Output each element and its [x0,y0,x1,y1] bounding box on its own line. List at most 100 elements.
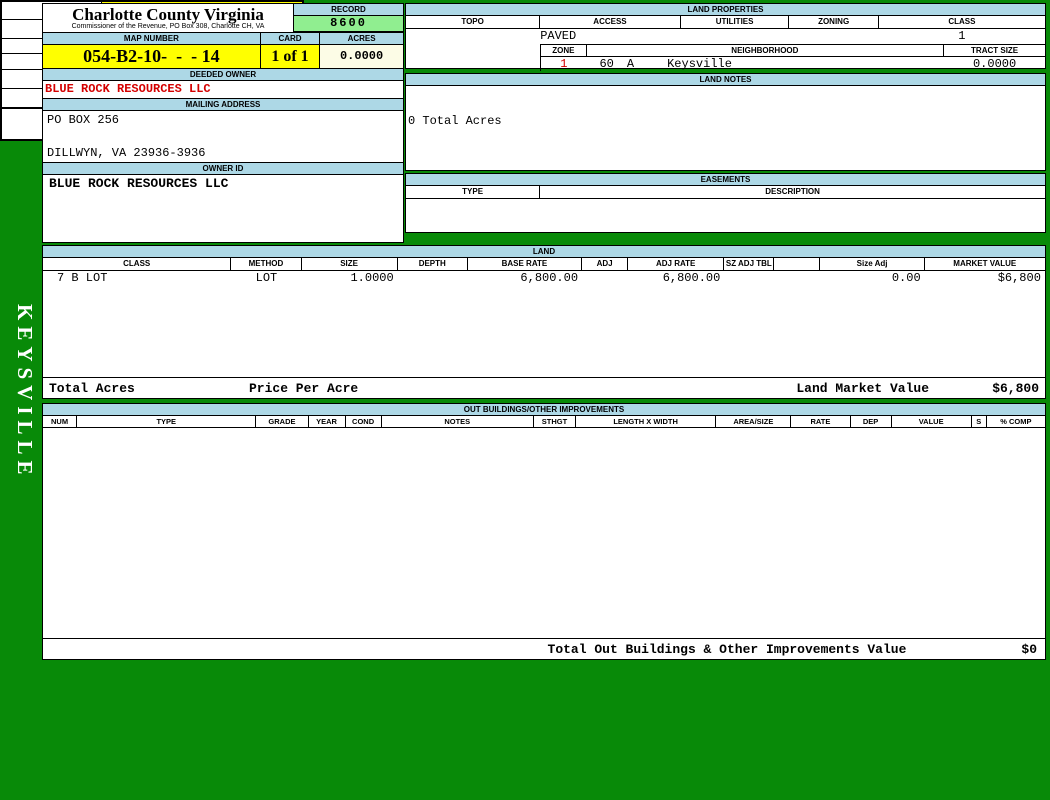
land-adj-header: ADJ [582,258,628,270]
land-depth-value [398,271,468,285]
land-adj-rate-header: ADJ RATE [628,258,724,270]
neighborhood-label: NEIGHBORHOOD [587,45,945,56]
card-label: CARD [261,33,320,44]
record-label: RECORD [294,4,403,16]
map-number-label: MAP NUMBER [43,33,261,44]
ob-pct-comp-header: % COMP [987,416,1045,427]
land-sz-adj-tbl-header: SZ ADJ TBL [724,258,774,270]
ob-area-size-header: AREA/SIZE [716,416,791,427]
out-buildings-section: OUT BUILDINGS/OTHER IMPROVEMENTS NUM TYP… [42,403,1046,660]
price-per-acre-label: Price Per Acre [249,381,796,396]
land-notes-text: 0 Total Acres [406,86,1045,128]
acres-label: ACRES [320,33,403,44]
out-buildings-total-row: Total Out Buildings & Other Improvements… [43,638,1045,659]
topo-value [406,29,540,44]
mailing-address-label: MAILING ADDRESS [43,98,403,111]
land-sz-adj-tbl-value [724,271,774,285]
topo-header: TOPO [406,16,540,28]
land-data-row: 7 B LOT LOT 1.0000 6,800.00 6,800.00 0.0… [43,271,1045,285]
land-class-header: CLASS [43,258,231,270]
zone-header-row: ZONE NEIGHBORHOOD TRACT SIZE [541,45,1045,57]
land-method-header: METHOD [231,258,301,270]
mailing-address-value: PO BOX 256 DILLWYN, VA 23936-3936 [43,111,403,162]
easements-header-row: TYPE DESCRIPTION [406,186,1045,199]
access-header: ACCESS [540,16,681,28]
land-market-value-header: MARKET VALUE [925,258,1045,270]
county-header: Charlotte County Virginia Commissioner o… [43,4,403,32]
land-properties-section: LAND PROPERTIES TOPO ACCESS UTILITIES ZO… [405,3,1046,69]
zone-neighborhood-block: ZONE NEIGHBORHOOD TRACT SIZE 1 60 A Keys… [540,44,1045,71]
record-box: RECORD 8600 [293,4,403,32]
address-line-1: PO BOX 256 [47,113,399,127]
land-totals-row: Total Acres Price Per Acre Land Market V… [43,377,1045,398]
access-value: PAVED [540,29,681,44]
land-empty-area [43,285,1045,377]
ob-grade-header: GRADE [256,416,308,427]
acres-value: 0.0000 [320,45,403,68]
address-line-2: DILLWYN, VA 23936-3936 [47,146,399,160]
map-number-value-row: 054-B2-10- - - 14 1 of 1 0.0000 [43,45,403,69]
owner-id-label: OWNER ID [43,162,403,175]
class-value: 1 [879,29,1045,44]
ob-num-header: NUM [43,416,77,427]
land-title: LAND [43,246,1045,258]
region-vertical-label: KEYSVILLE [5,272,37,512]
land-blank-header [774,258,820,270]
total-acres-label: Total Acres [49,381,249,396]
land-market-value: $6,800 [925,271,1045,285]
land-depth-header: DEPTH [398,258,468,270]
tract-size-label: TRACT SIZE [944,45,1045,56]
record-value: 8600 [294,16,403,31]
land-notes-title: LAND NOTES [406,74,1045,86]
out-buildings-title: OUT BUILDINGS/OTHER IMPROVEMENTS [43,404,1045,416]
ob-dep-header: DEP [851,416,892,427]
neighborhood-name: Keysville [667,57,944,72]
ob-notes-header: NOTES [382,416,534,427]
out-buildings-total-value: $0 [1021,642,1037,657]
land-method-value: LOT [231,271,301,285]
county-subtitle: Commissioner of the Revenue, PO Box 308,… [43,23,293,31]
land-properties-title: LAND PROPERTIES [406,4,1045,16]
easement-description-header: DESCRIPTION [540,186,1045,198]
out-buildings-header-row: NUM TYPE GRADE YEAR COND NOTES STHGT LEN… [43,416,1045,428]
map-number-header-row: MAP NUMBER CARD ACRES [43,32,403,45]
easement-type-header: TYPE [406,186,540,198]
ob-type-header: TYPE [77,416,256,427]
land-size-value: 1.0000 [302,271,398,285]
out-buildings-empty-area [43,428,1045,638]
ob-sthgt-header: STHGT [534,416,576,427]
land-notes-section: LAND NOTES 0 Total Acres [405,73,1046,171]
utilities-header: UTILITIES [681,16,790,28]
county-title-block: Charlotte County Virginia Commissioner o… [43,4,293,32]
land-size-adj-header: Size Adj [820,258,924,270]
land-class-value: 7 B LOT [43,271,231,285]
land-properties-value-row: PAVED 1 [406,29,1045,44]
neighborhood-band: ZONE NEIGHBORHOOD TRACT SIZE 1 60 A Keys… [406,44,1045,71]
land-properties-header-row: TOPO ACCESS UTILITIES ZONING CLASS [406,16,1045,29]
zone-value-row: 1 60 A Keysville 0.0000 [541,57,1045,72]
neighborhood-code: 60 [587,57,627,72]
owner-id-value: BLUE ROCK RESOURCES LLC [43,175,403,193]
owner-header-card: Charlotte County Virginia Commissioner o… [42,3,404,243]
land-market-value-total: $6,800 [969,381,1039,396]
county-title: Charlotte County Virginia [43,6,293,23]
out-buildings-total-label: Total Out Buildings & Other Improvements… [548,642,907,657]
easements-section: EASEMENTS TYPE DESCRIPTION [405,173,1046,233]
land-size-header: SIZE [302,258,398,270]
zoning-value [789,29,878,44]
neighborhood-sub: A [627,57,667,72]
ob-s-header: S [972,416,987,427]
land-adj-value [582,271,628,285]
ob-value-header: VALUE [892,416,972,427]
topo-empty-cell [406,44,540,71]
tract-size-value: 0.0000 [944,57,1045,72]
deeded-owner-label: DEEDED OWNER [43,69,403,81]
ob-year-header: YEAR [309,416,346,427]
deeded-owner-value: BLUE ROCK RESOURCES LLC [43,81,403,98]
zone-label: ZONE [541,45,586,56]
card-value: 1 of 1 [261,45,320,68]
land-adj-rate-value: 6,800.00 [628,271,724,285]
utilities-value [681,29,790,44]
land-blank-value [774,271,820,285]
class-header: CLASS [879,16,1045,28]
